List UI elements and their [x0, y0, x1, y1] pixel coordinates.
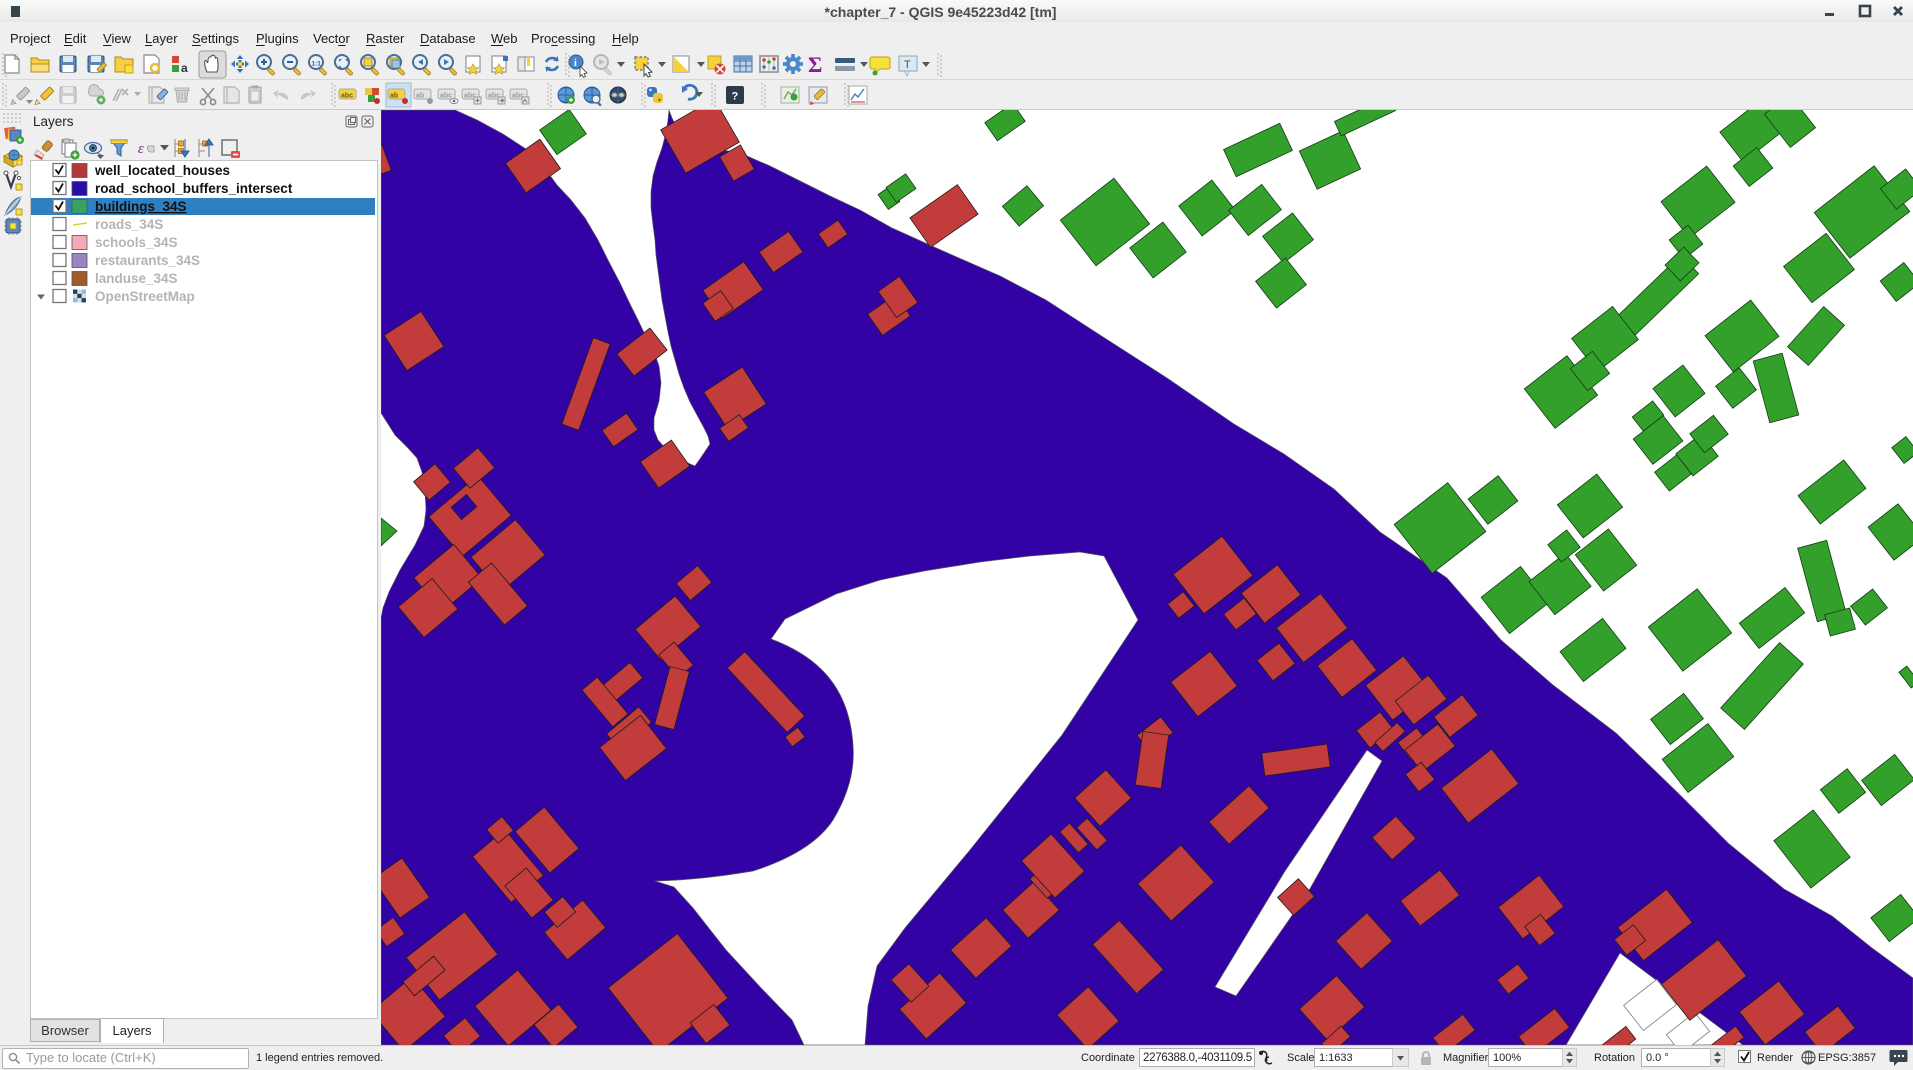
svg-text:well_located_houses: well_located_houses: [94, 163, 230, 178]
svg-text:i: i: [574, 58, 577, 69]
svg-text:landuse_34S: landuse_34S: [95, 271, 178, 286]
svg-text:buildings_34S: buildings_34S: [95, 199, 187, 214]
svg-text:abc: abc: [341, 93, 353, 100]
svg-text:1:1: 1:1: [312, 61, 322, 68]
svg-text:ab: ab: [390, 93, 398, 100]
svg-text:ε: ε: [138, 141, 144, 157]
svg-text:ab: ab: [416, 93, 424, 100]
svg-text:schools_34S: schools_34S: [95, 235, 178, 250]
svg-text:abc: abc: [440, 93, 452, 100]
svg-text:restaurants_34S: restaurants_34S: [95, 253, 200, 268]
svg-text:?: ?: [732, 91, 739, 103]
svg-text:a: a: [181, 61, 188, 75]
svg-text:Σ: Σ: [808, 52, 822, 77]
svg-text:roads_34S: roads_34S: [95, 217, 163, 232]
svg-text:OpenStreetMap: OpenStreetMap: [95, 289, 195, 304]
svg-text:T: T: [904, 59, 911, 71]
svg-text:road_school_buffers_intersect: road_school_buffers_intersect: [95, 181, 293, 196]
